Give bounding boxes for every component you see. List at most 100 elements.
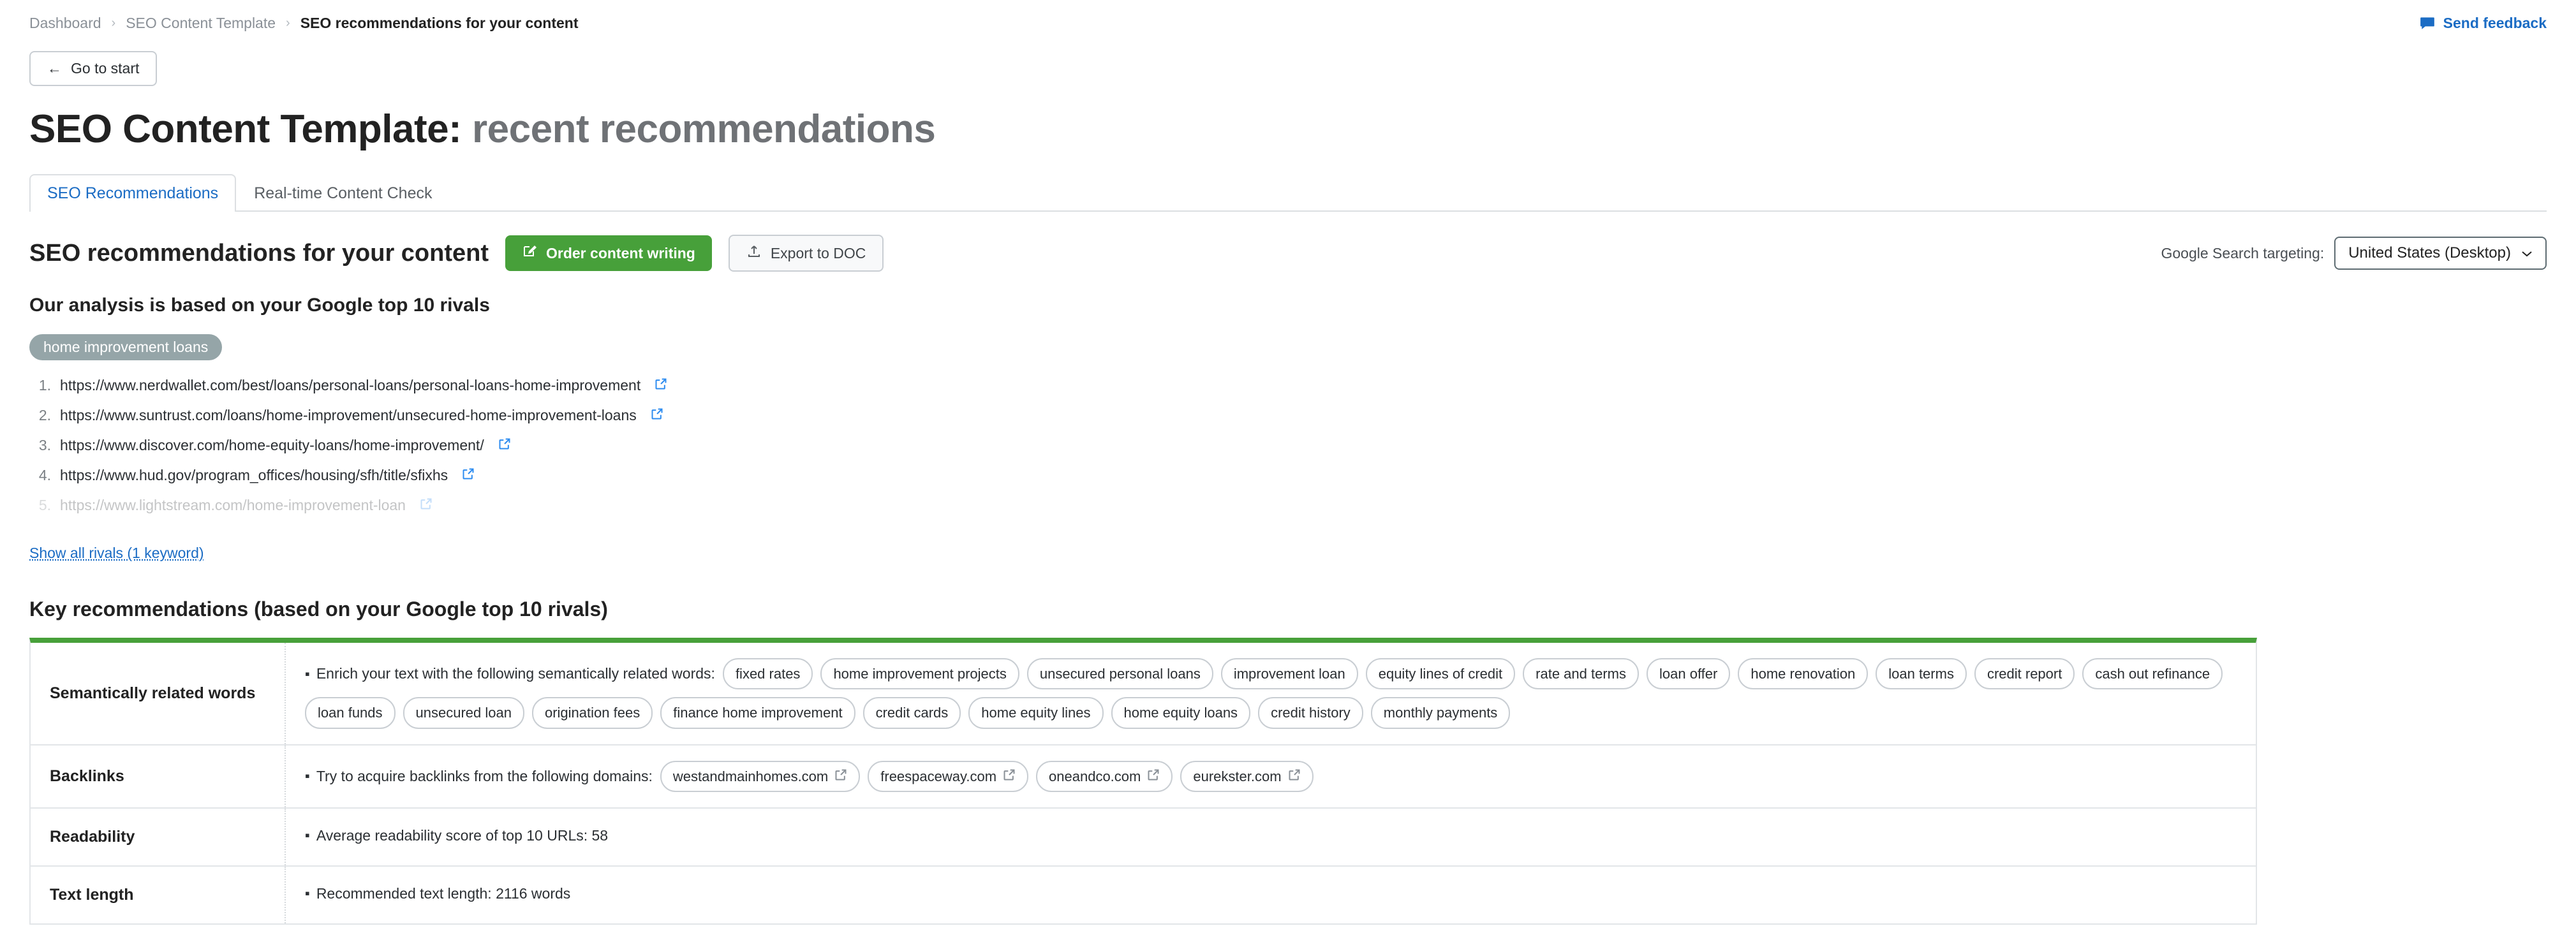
arrow-left-icon: ← xyxy=(47,60,62,77)
export-to-doc-label: Export to DOC xyxy=(770,244,866,261)
chip-label: unsecured loan xyxy=(415,705,512,721)
related-word-chip[interactable]: loan offer xyxy=(1647,658,1731,690)
rival-url-item[interactable]: 3. https://www.discover.com/home-equity-l… xyxy=(29,437,2547,454)
targeting-label: Google Search targeting: xyxy=(2161,244,2325,261)
related-word-chip[interactable]: equity lines of credit xyxy=(1365,658,1516,690)
rival-url-item[interactable]: 2. https://www.suntrust.com/loans/home-im… xyxy=(29,407,2547,424)
keyword-chip[interactable]: home improvement loans xyxy=(29,334,223,361)
rival-url-item[interactable]: 4. https://www.hud.gov/program_offices/ho… xyxy=(29,467,2547,484)
recommendation-category-label: Semantically related words xyxy=(31,643,286,744)
key-recommendations-heading: Key recommendations (based on your Googl… xyxy=(29,598,608,621)
rival-url-item[interactable]: 1. https://www.nerdwallet.com/best/loans/… xyxy=(29,377,2547,394)
related-word-chip[interactable]: home equity lines xyxy=(968,697,1104,729)
page-title-main: SEO Content Template: xyxy=(29,107,462,151)
rival-url-text: https://www.suntrust.com/loans/home-impr… xyxy=(60,407,637,424)
order-content-writing-button[interactable]: Order content writing xyxy=(505,235,712,272)
external-link-icon[interactable] xyxy=(834,765,847,788)
recommendation-line: ▪ Recommended text length: 2116 words xyxy=(305,882,2238,906)
chip-label: cash out refinance xyxy=(2095,666,2210,682)
external-link-icon[interactable] xyxy=(1003,765,1016,788)
external-link-icon[interactable] xyxy=(655,377,667,394)
external-link-icon[interactable] xyxy=(1288,765,1301,788)
related-word-chip[interactable]: unsecured personal loans xyxy=(1026,658,1213,690)
external-link-icon[interactable] xyxy=(462,467,475,484)
related-word-chip[interactable]: home equity loans xyxy=(1111,697,1251,729)
send-feedback-link[interactable]: Send feedback xyxy=(2419,15,2547,32)
breadcrumb-item-dashboard[interactable]: Dashboard xyxy=(29,15,101,32)
bullet-icon: ▪ xyxy=(305,827,310,844)
backlink-domain-chip[interactable]: eurekster.com xyxy=(1180,760,1314,792)
chip-label: credit cards xyxy=(875,705,949,721)
recommendation-body: ▪ Enrich your text with the following sem… xyxy=(286,643,2256,744)
backlink-domain-chip[interactable]: oneandco.com xyxy=(1036,760,1173,792)
external-link-icon[interactable] xyxy=(498,437,511,454)
targeting-select[interactable]: United States (Desktop) xyxy=(2334,237,2547,270)
recommendation-body: ▪ Try to acquire backlinks from the follo… xyxy=(286,745,2256,807)
chip-label: home equity loans xyxy=(1123,705,1238,721)
page-title-sub: recent recommendations xyxy=(472,107,936,151)
related-word-chip[interactable]: home improvement projects xyxy=(820,658,1019,690)
show-all-rivals-link[interactable]: Show all rivals (1 keyword) xyxy=(29,545,204,562)
related-word-chip[interactable]: credit cards xyxy=(862,697,961,729)
key-recommendations-table-wrap: Semantically related words ▪ Enrich your t… xyxy=(0,621,2576,925)
breadcrumb-item-seo-content-template[interactable]: SEO Content Template xyxy=(126,15,276,32)
external-link-icon[interactable] xyxy=(651,407,663,424)
rival-url-item[interactable]: 5. https://www.lightstream.com/home-impro… xyxy=(29,497,2547,514)
targeting-selected-value: United States (Desktop) xyxy=(2348,244,2511,262)
recommendation-category-label: Backlinks xyxy=(31,745,286,807)
tab-seo-recommendations[interactable]: SEO Recommendations xyxy=(29,174,237,214)
go-to-start-button[interactable]: ← Go to start xyxy=(29,51,158,86)
related-word-chip[interactable]: home renovation xyxy=(1738,658,1869,690)
recommendation-text: ▪ Try to acquire backlinks from the follo… xyxy=(305,765,653,788)
recommendation-text: ▪ Recommended text length: 2116 words xyxy=(305,882,570,906)
related-word-chip[interactable]: rate and terms xyxy=(1523,658,1639,690)
tab-real-time-content-check[interactable]: Real-time Content Check xyxy=(236,174,450,212)
rival-url-text: https://www.nerdwallet.com/best/loans/pe… xyxy=(60,377,641,394)
related-word-chip[interactable]: credit history xyxy=(1258,697,1363,729)
show-all-rivals-container: Show all rivals (1 keyword) xyxy=(0,527,2576,562)
related-word-chip[interactable]: monthly payments xyxy=(1370,697,1511,729)
page-title: SEO Content Template: recent recommendat… xyxy=(0,86,2576,151)
related-word-chip[interactable]: loan terms xyxy=(1876,658,1967,690)
related-word-chip[interactable]: origination fees xyxy=(531,697,653,729)
recommendation-line: ▪ Average readability score of top 10 URL… xyxy=(305,824,2238,848)
related-word-chip[interactable]: improvement loan xyxy=(1220,658,1358,690)
chip-label: loan offer xyxy=(1659,666,1718,682)
chip-label: improvement loan xyxy=(1233,666,1345,682)
related-word-chip[interactable]: fixed rates xyxy=(722,658,813,690)
section-header: SEO recommendations for your content Ord… xyxy=(0,212,2576,272)
related-word-chip[interactable]: finance home improvement xyxy=(660,697,855,729)
chip-label: eurekster.com xyxy=(1193,768,1282,784)
breadcrumb-item-current: SEO recommendations for your content xyxy=(300,14,579,31)
recommendation-text-label: Average readability score of top 10 URLs… xyxy=(316,826,609,844)
chip-label: home renovation xyxy=(1751,666,1856,682)
recommendation-body: ▪ Average readability score of top 10 URL… xyxy=(286,809,2256,865)
rival-url-index: 5. xyxy=(38,497,51,514)
chip-label: rate and terms xyxy=(1536,666,1626,682)
tabs: SEO Recommendations Real-time Content Ch… xyxy=(29,173,2547,214)
chip-label: credit report xyxy=(1987,666,2062,682)
backlink-domain-chip[interactable]: freespaceway.com xyxy=(868,760,1029,792)
rival-url-text: https://www.discover.com/home-equity-loa… xyxy=(60,437,484,454)
breadcrumb-separator-icon: › xyxy=(286,16,290,30)
related-word-chip[interactable]: unsecured loan xyxy=(403,697,524,729)
go-to-start-label: Go to start xyxy=(71,60,140,77)
chip-label: finance home improvement xyxy=(673,705,843,721)
related-word-chip[interactable]: loan funds xyxy=(305,697,396,729)
google-search-targeting: Google Search targeting: United States (… xyxy=(2161,237,2547,270)
tabs-container: SEO Recommendations Real-time Content Ch… xyxy=(0,151,2576,214)
table-row: Text length ▪ Recommended text length: 211… xyxy=(31,866,2256,923)
export-to-doc-button[interactable]: Export to DOC xyxy=(728,235,884,272)
table-row: Readability ▪ Average readability score of… xyxy=(31,808,2256,867)
related-word-chip[interactable]: cash out refinance xyxy=(2082,658,2223,690)
chip-label: home equity lines xyxy=(981,705,1091,721)
related-word-chip[interactable]: credit report xyxy=(1974,658,2075,690)
speech-bubble-icon xyxy=(2419,15,2436,31)
backlink-domain-chip[interactable]: westandmainhomes.com xyxy=(660,760,861,792)
external-link-icon[interactable] xyxy=(1147,765,1160,788)
bullet-icon: ▪ xyxy=(305,768,310,784)
rival-url-index: 1. xyxy=(38,377,51,394)
rival-url-index: 4. xyxy=(38,467,51,484)
external-link-icon[interactable] xyxy=(420,497,433,514)
send-feedback-label: Send feedback xyxy=(2443,14,2547,31)
